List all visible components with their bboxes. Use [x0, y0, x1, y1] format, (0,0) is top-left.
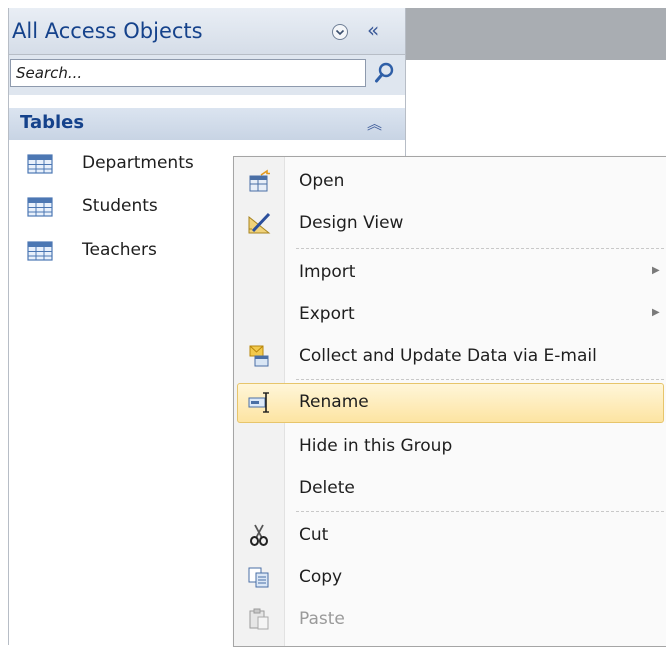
collapse-pane-icon[interactable]: «	[367, 20, 379, 40]
nav-item-label: Departments	[82, 153, 194, 173]
menu-item-hide-in-group[interactable]: Hide in this Group	[234, 427, 666, 467]
collect-data-icon	[249, 345, 269, 367]
dropdown-circle-icon[interactable]	[331, 23, 349, 41]
nav-item-label: Students	[82, 196, 158, 216]
menu-item-label: Delete	[299, 478, 355, 498]
open-icon	[249, 169, 270, 192]
menu-separator	[296, 511, 664, 512]
menu-item-label: Hide in this Group	[299, 436, 453, 456]
document-tab-bar	[405, 8, 666, 60]
search-bar	[9, 55, 405, 95]
menu-item-label: Paste	[299, 609, 345, 629]
menu-separator	[296, 248, 664, 249]
double-chevron-up-icon[interactable]: ︽	[367, 113, 382, 134]
menu-item-rename[interactable]: Rename	[237, 383, 664, 423]
menu-item-delete[interactable]: Delete	[234, 469, 666, 509]
rename-icon	[248, 392, 269, 413]
search-icon[interactable]	[373, 61, 395, 85]
menu-item-label: Copy	[299, 567, 343, 587]
paste-icon	[249, 608, 269, 630]
menu-item-copy[interactable]: Copy	[234, 558, 666, 598]
menu-item-label: Export	[299, 304, 355, 324]
scissors-icon	[250, 524, 268, 546]
menu-item-label: Rename	[299, 392, 369, 412]
menu-item-design-view[interactable]: Design View	[234, 204, 666, 244]
group-label: Tables	[20, 112, 85, 133]
menu-item-import[interactable]: Import ▶	[234, 253, 666, 293]
menu-item-cut[interactable]: Cut	[234, 516, 666, 556]
menu-item-label: Collect and Update Data via E-mail	[299, 346, 597, 366]
table-icon	[27, 154, 53, 174]
nav-item-label: Teachers	[82, 240, 157, 260]
menu-separator	[296, 379, 664, 380]
submenu-arrow-icon: ▶	[652, 307, 660, 318]
menu-item-label: Design View	[299, 213, 404, 233]
search-input[interactable]	[10, 59, 366, 87]
menu-item-collect-data[interactable]: Collect and Update Data via E-mail	[234, 337, 666, 377]
nav-pane-title[interactable]: All Access Objects	[12, 19, 203, 43]
copy-icon	[248, 567, 269, 588]
submenu-arrow-icon: ▶	[652, 265, 660, 276]
design-view-icon	[248, 212, 271, 234]
nav-pane-header[interactable]: All Access Objects «	[9, 8, 405, 55]
menu-item-paste[interactable]: Paste	[234, 600, 666, 640]
context-menu: Open Design View Import ▶ Export ▶ Colle…	[233, 156, 666, 647]
menu-item-label: Cut	[299, 525, 329, 545]
table-icon	[27, 241, 53, 261]
menu-item-label: Open	[299, 171, 345, 191]
menu-item-open[interactable]: Open	[234, 162, 666, 202]
group-header-tables[interactable]: Tables ︽	[9, 108, 405, 140]
table-icon	[27, 197, 53, 217]
menu-item-label: Import	[299, 262, 356, 282]
menu-item-export[interactable]: Export ▶	[234, 295, 666, 335]
